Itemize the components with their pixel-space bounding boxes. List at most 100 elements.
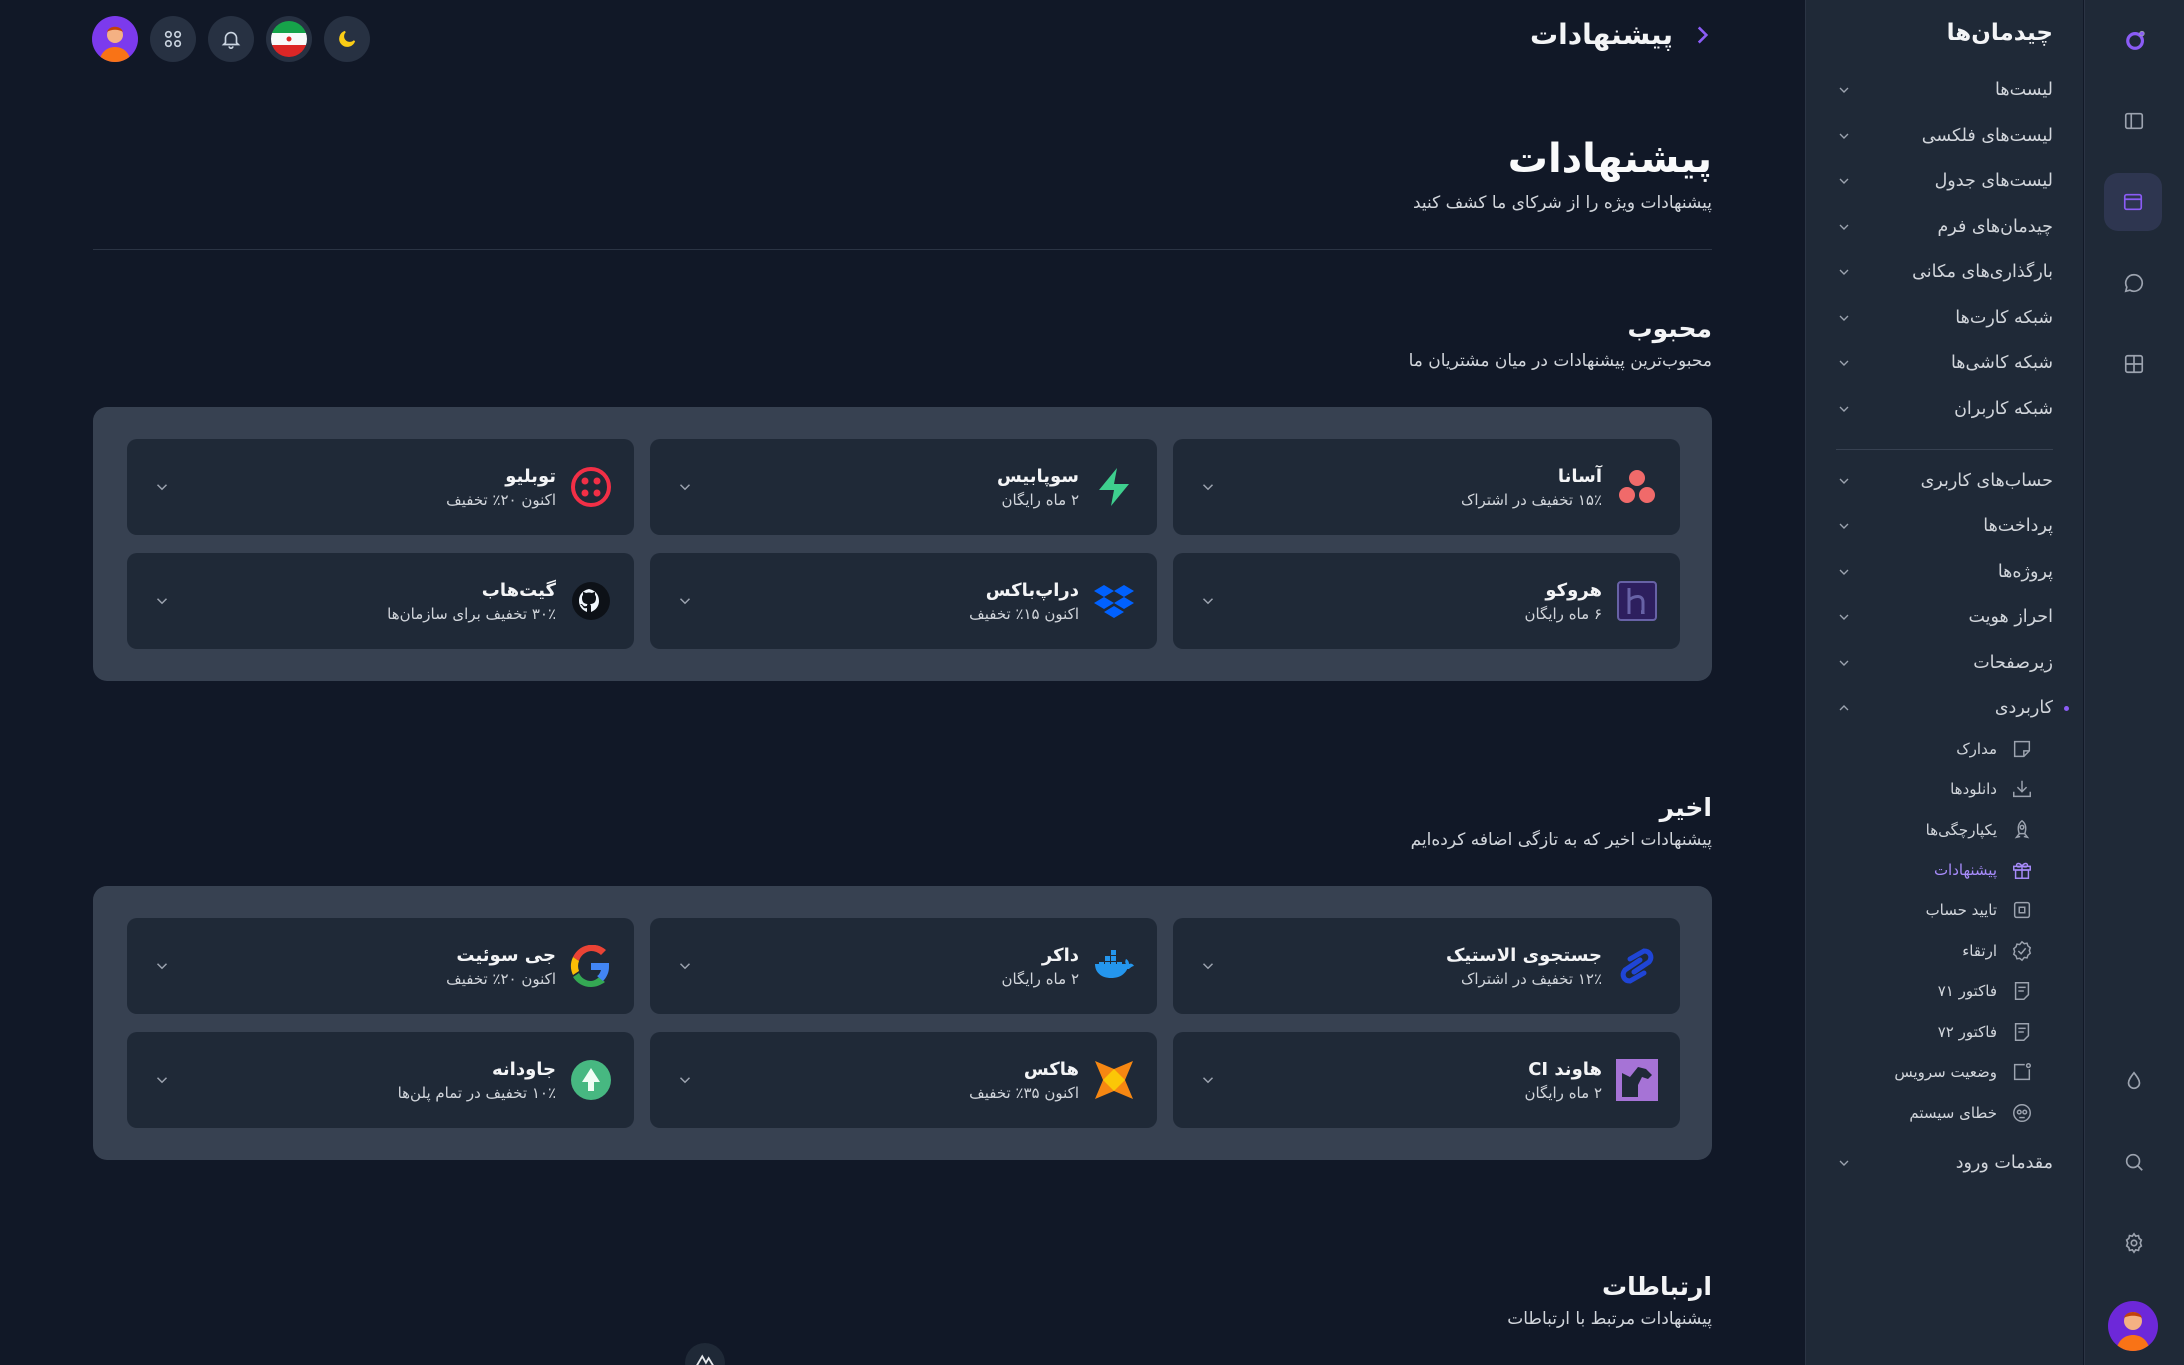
offers-panel-recent: جستجوی الاستیک ۱۲٪ تخفیف در اشتراک داکر ۲ … (93, 886, 1712, 1160)
section-subtitle-popular: محبوب‌ترین پیشنهادات در میان مشتریان ما (1408, 351, 1712, 371)
chevron-right-icon[interactable] (1689, 22, 1715, 48)
page-subtitle: پیشنهادات ویژه را از شرکای ما کشف کنید (1412, 193, 1712, 213)
rocket-icon (2014, 819, 2030, 839)
logo-icon[interactable] (2114, 18, 2158, 62)
divider (93, 249, 1712, 250)
chevron-down-icon[interactable] (676, 592, 694, 610)
header-tools (92, 16, 370, 62)
chevron-down-icon (1839, 1160, 1849, 1166)
offer-card[interactable]: توبلیو اکنون ۲۰٪ تخفیف (127, 439, 634, 535)
offer-card[interactable]: هاکس اکنون ۳۵٪ تخفیف (650, 1032, 1157, 1128)
offer-name: داکر (1041, 945, 1079, 966)
active-dot (2064, 705, 2069, 711)
dropbox-icon (1093, 580, 1135, 622)
user-avatar[interactable] (2108, 1301, 2158, 1351)
offer-card[interactable]: هاوند CI ۲ ماه رایگان (1173, 1032, 1680, 1128)
subitem-integrations[interactable]: یکپارچگی‌ها (1866, 815, 2033, 845)
sidebar-item-card-grid[interactable]: شبکه کارت‌ها (1836, 301, 2053, 335)
sidebar-item-utility[interactable]: کاربردی (1836, 691, 2069, 725)
subitem-offers[interactable]: پیشنهادات (1866, 855, 2033, 885)
sidebar-item-subpages[interactable]: زیرصفحات (1836, 646, 2053, 680)
grid-icon[interactable] (2112, 342, 2156, 386)
elastic-icon (1616, 945, 1658, 987)
apps-button[interactable] (150, 16, 196, 62)
subitem-downloads[interactable]: دانلودها (1866, 774, 2033, 804)
sidebar-item-projects[interactable]: پروژه‌ها (1836, 555, 2053, 589)
sidebar-menu: چیدمان‌ها لیست‌ها لیست‌های فلکسی لیست‌ها… (1805, 0, 2083, 1365)
iran-flag-icon (271, 21, 307, 57)
chevron-up-icon (1839, 705, 1849, 711)
offer-card[interactable]: جستجوی الاستیک ۱۲٪ تخفیف در اشتراک (1173, 918, 1680, 1014)
subitem-service-status[interactable]: وضعیت سرویس (1866, 1057, 2033, 1087)
sidebar-toggle-icon[interactable] (2112, 99, 2156, 143)
subitem-verify-account[interactable]: تایید حساب (1866, 895, 2033, 925)
gear-icon[interactable] (2112, 1221, 2156, 1265)
offer-card[interactable]: جی سوئیت اکنون ۲۰٪ تخفیف (127, 918, 634, 1014)
chevron-down-icon (1839, 360, 1849, 366)
subitem-upgrade[interactable]: ارتقاء (1866, 936, 2033, 966)
sidebar-item-tile-grid[interactable]: شبکه کاشی‌ها (1836, 346, 2053, 380)
chevron-down-icon[interactable] (1199, 592, 1217, 610)
search-icon[interactable] (2112, 1140, 2156, 1184)
theme-toggle-button[interactable] (324, 16, 370, 62)
chevron-down-icon[interactable] (676, 1071, 694, 1089)
offer-card[interactable]: گیت‌هاب ۳۰٪ تخفیف برای سازمان‌ها (127, 553, 634, 649)
nuxt-devtools-icon[interactable] (685, 1343, 725, 1365)
offer-card[interactable]: سوپابیس ۲ ماه رایگان (650, 439, 1157, 535)
section-title-communications: ارتباطات (1602, 1272, 1712, 1301)
sidebar-divider (1836, 449, 2053, 450)
sidebar-item-form-layouts[interactable]: چیدمان‌های فرم (1836, 210, 2053, 244)
sidebar-title: چیدمان‌ها (1946, 20, 2053, 46)
offer-card[interactable]: جاودانه ۱۰٪ تخفیف در تمام پلن‌ها (127, 1032, 634, 1128)
chevron-down-icon[interactable] (676, 478, 694, 496)
subitem-invoice-72[interactable]: فاکتور ۷۲ (1866, 1017, 2033, 1047)
chevron-down-icon (1839, 315, 1849, 321)
offer-card[interactable]: آسانا ۱۵٪ تخفیف در اشتراک (1173, 439, 1680, 535)
chat-icon[interactable] (2112, 261, 2156, 305)
badge-check-icon (2012, 940, 2032, 962)
subitem-invoice-71[interactable]: فاکتور ۷۱ (1866, 976, 2033, 1006)
chevron-down-icon[interactable] (1199, 478, 1217, 496)
sidebar-item-auth[interactable]: احراز هویت (1836, 600, 2053, 634)
subitem-system-error[interactable]: خطای سیستم (1866, 1098, 2033, 1128)
heroku-icon (1616, 580, 1658, 622)
layouts-icon[interactable] (2104, 173, 2162, 231)
chevron-down-icon[interactable] (153, 1071, 171, 1089)
sidebar-item-table-lists[interactable]: لیست‌های جدول (1836, 164, 2053, 198)
offer-name: دراپ‌باکس (985, 580, 1079, 601)
offer-card[interactable]: دراپ‌باکس اکنون ۱۵٪ تخفیف (650, 553, 1157, 649)
notifications-button[interactable] (208, 16, 254, 62)
drop-icon[interactable] (2112, 1059, 2156, 1103)
offer-name: هاوند CI (1528, 1059, 1602, 1080)
sidebar-item-placeholders[interactable]: بارگذاری‌های مکانی (1836, 255, 2053, 289)
language-button[interactable] (266, 16, 312, 62)
section-title-recent: اخیر (1659, 793, 1712, 822)
offer-card[interactable]: داکر ۲ ماه رایگان (650, 918, 1157, 1014)
chevron-down-icon[interactable] (153, 957, 171, 975)
main-content: پیشنهادات پیشنهادات پیشنهادات ویژه را از… (0, 0, 1805, 1365)
offer-desc: اکنون ۲۰٪ تخفیف (446, 491, 556, 509)
sidebar-item-login-intro[interactable]: مقدمات ورود (1836, 1146, 2053, 1180)
docker-icon (1093, 945, 1135, 987)
sidebar-item-lists[interactable]: لیست‌ها (1836, 73, 2053, 107)
github-icon (570, 580, 612, 622)
section-title-popular: محبوب (1627, 314, 1713, 343)
chevron-down-icon[interactable] (1199, 957, 1217, 975)
chevron-down-icon[interactable] (676, 957, 694, 975)
header-avatar[interactable] (92, 16, 138, 62)
sidebar-item-user-grid[interactable]: شبکه کاربران (1836, 392, 2053, 426)
offer-name: هاکس (1023, 1059, 1079, 1080)
offer-card[interactable]: هروکو ۶ ماه رایگان (1173, 553, 1680, 649)
chevron-down-icon (1839, 406, 1849, 412)
sidebar-item-payments[interactable]: پرداخت‌ها (1836, 509, 2053, 543)
evergreen-icon (570, 1059, 612, 1101)
error-icon (2013, 1104, 2031, 1122)
chevron-down-icon (1839, 478, 1849, 484)
sidebar-item-accounts[interactable]: حساب‌های کاربری (1836, 464, 2053, 498)
sidebar-item-flex-lists[interactable]: لیست‌های فلکسی (1836, 119, 2053, 153)
subitem-documents[interactable]: مدارک (1866, 734, 2033, 764)
verify-icon (2013, 901, 2031, 919)
chevron-down-icon[interactable] (153, 478, 171, 496)
chevron-down-icon[interactable] (153, 592, 171, 610)
chevron-down-icon[interactable] (1199, 1071, 1217, 1089)
